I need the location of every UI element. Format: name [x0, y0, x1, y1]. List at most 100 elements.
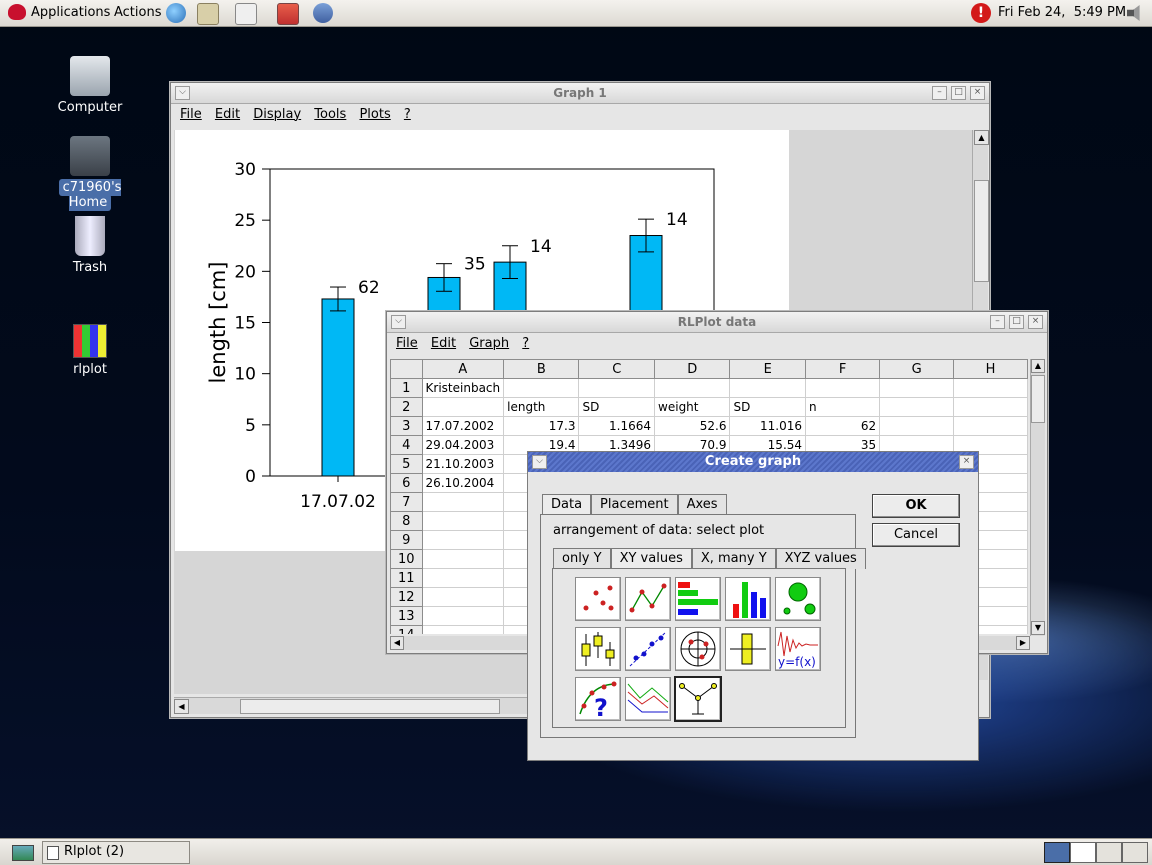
scroll-thumb[interactable] [974, 180, 989, 282]
polar-plot-option[interactable] [675, 627, 721, 671]
table-cell[interactable] [421, 549, 505, 569]
menu-file[interactable]: File [180, 107, 202, 122]
table-cell[interactable]: 62 [805, 416, 881, 436]
desktop-icon-home[interactable]: c71960's Home [40, 136, 140, 211]
column-header[interactable]: C [578, 359, 656, 379]
table-cell[interactable] [879, 397, 955, 417]
row-header[interactable]: 1 [390, 378, 423, 398]
close-button[interactable]: × [1028, 315, 1043, 329]
scroll-up-arrow[interactable]: ▲ [974, 130, 989, 145]
table-cell[interactable]: 52.6 [654, 416, 731, 436]
row-header[interactable]: 10 [390, 549, 423, 569]
scroll-left-arrow[interactable]: ◀ [390, 636, 404, 650]
menu-help[interactable]: ? [522, 336, 529, 351]
table-cell[interactable] [421, 568, 505, 588]
maximize-button[interactable]: □ [1009, 315, 1024, 329]
scroll-up-arrow[interactable]: ▲ [1031, 359, 1045, 373]
table-cell[interactable] [654, 378, 731, 398]
workspace-switcher-3[interactable] [1096, 842, 1122, 863]
menu-tools[interactable]: Tools [314, 107, 346, 122]
column-header[interactable]: E [729, 359, 807, 379]
scroll-thumb[interactable] [240, 699, 500, 714]
fit-curve-option[interactable]: ? [575, 677, 621, 722]
menu-edit[interactable]: Edit [431, 336, 456, 351]
vertical-bar-option[interactable] [725, 577, 771, 621]
menu-help[interactable]: ? [404, 107, 411, 122]
scroll-thumb[interactable] [1031, 375, 1045, 423]
table-cell[interactable] [421, 606, 505, 626]
sheet-corner[interactable] [390, 359, 423, 379]
scatter-plot-option[interactable] [575, 577, 621, 621]
workspace-switcher-1[interactable] [1044, 842, 1070, 863]
table-cell[interactable] [805, 378, 881, 398]
email-icon[interactable] [197, 3, 219, 25]
table-cell[interactable]: weight [654, 397, 731, 417]
column-header[interactable]: D [654, 359, 731, 379]
ok-button[interactable]: OK [872, 494, 960, 518]
menu-graph[interactable]: Graph [469, 336, 509, 351]
box-plot-option[interactable] [575, 627, 621, 671]
table-cell[interactable] [578, 378, 656, 398]
line-plot-option[interactable] [625, 577, 671, 621]
table-cell[interactable] [953, 378, 1028, 398]
subtab-xyz-values[interactable]: XYZ values [775, 548, 866, 569]
subtab-xy-values[interactable]: XY values [610, 548, 692, 569]
desktop-icon-computer[interactable]: Computer [40, 56, 140, 115]
minimize-button[interactable]: – [932, 86, 947, 100]
table-cell[interactable] [729, 378, 807, 398]
cancel-button[interactable]: Cancel [872, 523, 960, 547]
row-header[interactable]: 9 [390, 530, 423, 550]
menu-display[interactable]: Display [253, 107, 301, 122]
row-header[interactable]: 3 [390, 416, 423, 436]
table-cell[interactable]: SD [578, 397, 656, 417]
desktop-icon-rlplot[interactable]: rlplot [40, 324, 140, 377]
workspace-switcher-4[interactable] [1122, 842, 1148, 863]
table-cell[interactable]: 17.07.2002 [421, 416, 505, 436]
column-header[interactable]: B [503, 359, 580, 379]
workspace-switcher-2[interactable] [1070, 842, 1096, 863]
xy-error-option[interactable] [674, 676, 722, 722]
table-cell[interactable]: 17.3 [503, 416, 580, 436]
volume-icon[interactable] [1127, 5, 1140, 21]
graph-window-titlebar[interactable]: ⌵ Graph 1 – □ × [171, 83, 989, 104]
presentation-icon[interactable] [277, 3, 299, 25]
row-header[interactable]: 8 [390, 511, 423, 531]
show-desktop-icon[interactable] [12, 845, 34, 861]
table-cell[interactable]: length [503, 397, 580, 417]
row-header[interactable]: 2 [390, 397, 423, 417]
close-button[interactable]: × [959, 455, 974, 469]
row-header[interactable]: 12 [390, 587, 423, 607]
applications-menu[interactable]: Applications [31, 5, 110, 20]
bubble-plot-option[interactable] [775, 577, 821, 621]
document-icon[interactable] [235, 3, 257, 25]
menu-file[interactable]: File [396, 336, 418, 351]
column-header[interactable]: A [421, 359, 505, 379]
table-cell[interactable] [879, 378, 955, 398]
scroll-down-arrow[interactable]: ▼ [1031, 621, 1045, 635]
table-cell[interactable]: Kristeinbach [421, 378, 505, 398]
table-cell[interactable]: 29.04.2003 [421, 435, 505, 455]
table-cell[interactable] [421, 587, 505, 607]
tab-axes[interactable]: Axes [677, 494, 727, 515]
row-header[interactable]: 11 [390, 568, 423, 588]
desktop-icon-trash[interactable]: Trash [40, 216, 140, 275]
column-header[interactable]: G [879, 359, 955, 379]
table-cell[interactable] [879, 416, 955, 436]
table-cell[interactable]: SD [729, 397, 807, 417]
row-header[interactable]: 5 [390, 454, 423, 474]
row-header[interactable]: 13 [390, 606, 423, 626]
table-cell[interactable] [953, 397, 1028, 417]
table-cell[interactable] [421, 530, 505, 550]
regression-option[interactable] [625, 627, 671, 671]
spreadsheet-icon[interactable] [313, 3, 333, 23]
horizontal-bar-option[interactable] [675, 577, 721, 621]
table-cell[interactable]: n [805, 397, 881, 417]
window-menu-button[interactable]: ⌵ [175, 86, 190, 100]
taskbar-button-rlplot[interactable]: Rlplot (2) [42, 841, 190, 864]
menu-plots[interactable]: Plots [359, 107, 390, 122]
vertical-scrollbar[interactable]: ▲ ▼ [1030, 359, 1045, 636]
scroll-left-arrow[interactable]: ◀ [174, 699, 189, 714]
table-cell[interactable] [421, 397, 505, 417]
subtab-only-y[interactable]: only Y [553, 548, 611, 569]
dialog-titlebar[interactable]: ⌵ Create graph × [528, 452, 978, 472]
